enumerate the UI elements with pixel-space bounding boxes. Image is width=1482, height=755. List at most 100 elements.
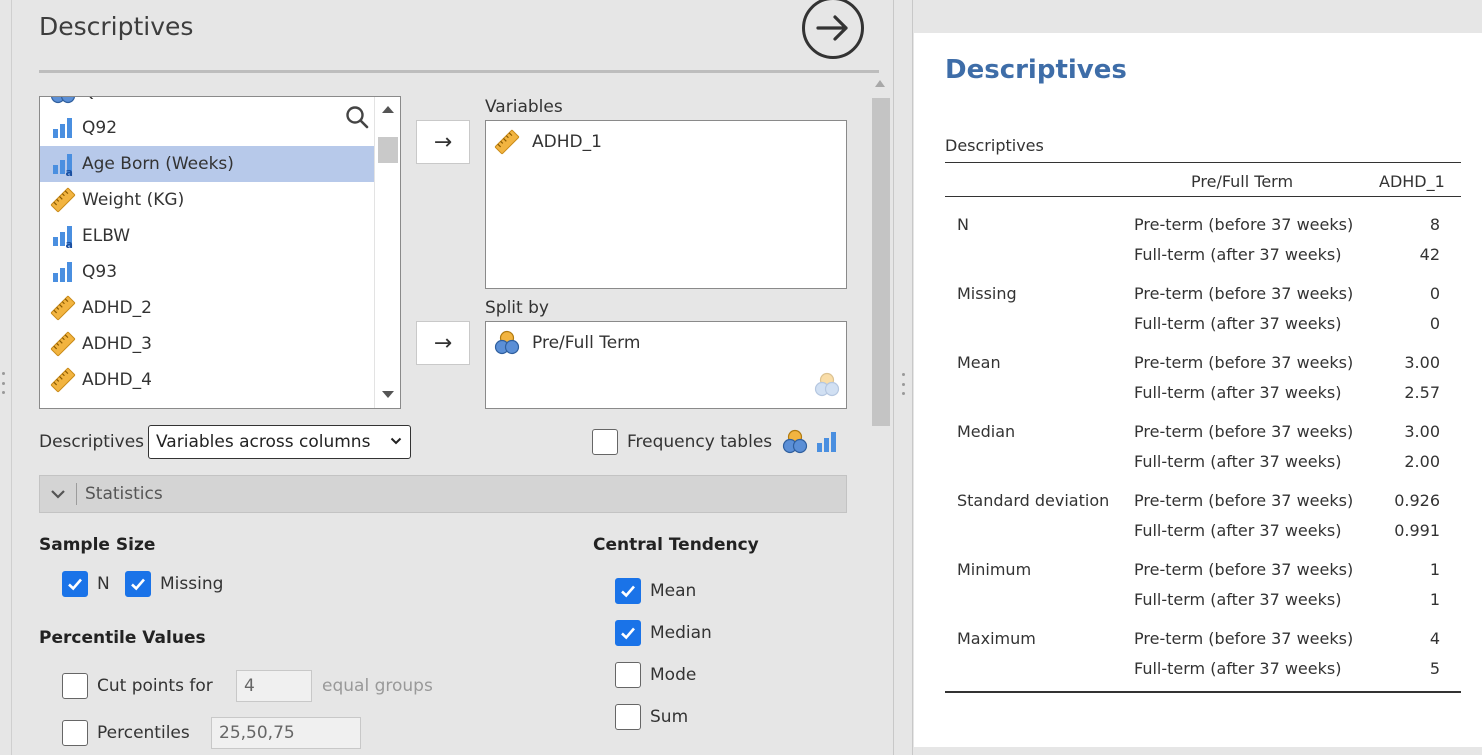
- table-value-cell: 2.57: [1404, 383, 1440, 402]
- n-checkbox[interactable]: [62, 571, 88, 597]
- frequency-tables-checkbox[interactable]: [592, 429, 618, 455]
- mean-option[interactable]: Mean: [615, 578, 696, 604]
- variable-list-item[interactable]: ADHD_2: [40, 290, 374, 326]
- variable-list-item[interactable]: Q93: [40, 254, 374, 290]
- missing-checkbox[interactable]: [125, 571, 151, 597]
- drag-grip-icon[interactable]: [902, 373, 906, 395]
- table-stat-label: N: [957, 215, 969, 234]
- table-group-cell: Pre-term (before 37 weeks): [1134, 491, 1354, 510]
- scroll-up-icon[interactable]: [875, 80, 885, 87]
- mean-label: Mean: [650, 581, 697, 601]
- descriptives-layout-label: Descriptives: [39, 432, 145, 452]
- ordinal-icon: [50, 115, 76, 141]
- table-top-rule: [945, 162, 1461, 163]
- n-option[interactable]: N: [62, 571, 110, 597]
- variable-list-item[interactable]: Q92: [40, 110, 374, 146]
- variable-list-item-label: ADHD_3: [82, 334, 152, 354]
- variable-list-item[interactable]: Weight (KG): [40, 182, 374, 218]
- continuous-icon: [50, 187, 76, 213]
- percentiles-checkbox[interactable]: [62, 720, 88, 746]
- descriptives-layout-select[interactable]: Variables across columns: [148, 425, 411, 459]
- percentiles-option[interactable]: Percentiles: [62, 720, 190, 746]
- move-to-variables-button[interactable]: →: [416, 120, 470, 164]
- variable-list-item-label: Weight (KG): [82, 190, 185, 210]
- table-value-cell: 42: [1419, 245, 1440, 264]
- search-icon[interactable]: [345, 105, 369, 129]
- variable-list[interactable]: Q95 Q92 a Age Born (Weeks) Weight (KG) a ELBW Q…: [39, 96, 401, 409]
- cut-points-input[interactable]: [236, 670, 312, 702]
- variable-list-item[interactable]: ADHD_4: [40, 362, 374, 398]
- percentiles-input[interactable]: [211, 717, 361, 749]
- continuous-icon: [50, 295, 76, 321]
- panel-title: Descriptives: [39, 12, 194, 41]
- variable-list-item[interactable]: ADHD_3: [40, 326, 374, 362]
- variable-list-item[interactable]: a Age Born (Weeks): [40, 146, 374, 182]
- missing-option[interactable]: Missing: [125, 571, 223, 597]
- ordinal-icon: [814, 429, 840, 455]
- variable-list-item-label: ADHD_2: [82, 298, 152, 318]
- results-panel: Descriptives Descriptives Pre/Full Term …: [914, 33, 1482, 747]
- table-group-cell: Full-term (after 37 weeks): [1134, 314, 1342, 333]
- table-group-cell: Full-term (after 37 weeks): [1134, 521, 1342, 540]
- table-stat-label: Missing: [957, 284, 1017, 303]
- table-stat-label: Minimum: [957, 560, 1032, 579]
- section-divider: [76, 483, 77, 505]
- svg-text:a: a: [66, 166, 73, 177]
- panel-resize-handle[interactable]: [893, 0, 913, 755]
- median-checkbox[interactable]: [615, 620, 641, 646]
- check-icon: [621, 627, 635, 640]
- arrow-right-icon: →: [433, 330, 453, 356]
- scroll-up-icon[interactable]: [382, 106, 394, 113]
- ordinal-text-icon: a: [50, 223, 76, 249]
- sum-checkbox[interactable]: [615, 704, 641, 730]
- table-group-cell: Full-term (after 37 weeks): [1134, 590, 1342, 609]
- table-value-cell: 3.00: [1404, 353, 1440, 372]
- variable-list-item-label: Q92: [82, 118, 118, 138]
- n-label: N: [97, 574, 110, 594]
- arrow-right-circle-icon: [816, 15, 848, 41]
- panel-scrollbar[interactable]: [870, 78, 892, 755]
- table-group-cell: Pre-term (before 37 weeks): [1134, 284, 1354, 303]
- table-group-cell: Pre-term (before 37 weeks): [1134, 629, 1354, 648]
- variable-list-scroll-thumb[interactable]: [378, 137, 398, 163]
- variable-list-scrollbar[interactable]: [374, 97, 400, 408]
- median-option[interactable]: Median: [615, 620, 712, 646]
- sum-option[interactable]: Sum: [615, 704, 688, 730]
- mode-option[interactable]: Mode: [615, 662, 696, 688]
- left-edge-handle[interactable]: [0, 0, 12, 755]
- continuous-icon: [494, 129, 520, 155]
- cut-points-option[interactable]: Cut points for: [62, 673, 213, 699]
- run-arrow-button[interactable]: [802, 0, 864, 59]
- split-by-item[interactable]: Pre/Full Term: [494, 330, 640, 356]
- column-header-variable: ADHD_1: [1379, 172, 1445, 191]
- table-group-cell: Full-term (after 37 weeks): [1134, 245, 1342, 264]
- table-group-cell: Full-term (after 37 weeks): [1134, 383, 1342, 402]
- scroll-down-icon[interactable]: [382, 391, 394, 398]
- split-by-item-label: Pre/Full Term: [532, 333, 641, 353]
- statistics-section-toggle[interactable]: Statistics: [39, 475, 847, 513]
- variable-list-item[interactable]: a ELBW: [40, 218, 374, 254]
- table-group-cell: Pre-term (before 37 weeks): [1134, 422, 1354, 441]
- table-value-cell: 5: [1429, 659, 1440, 678]
- table-value-cell: 3.00: [1404, 422, 1440, 441]
- mode-label: Mode: [650, 665, 697, 685]
- cut-points-checkbox[interactable]: [62, 673, 88, 699]
- mean-checkbox[interactable]: [615, 578, 641, 604]
- equal-groups-label: equal groups: [322, 676, 433, 696]
- missing-label: Missing: [160, 574, 224, 594]
- split-by-box[interactable]: Pre/Full Term: [485, 321, 847, 409]
- frequency-tables-option[interactable]: Frequency tables: [592, 429, 840, 455]
- variables-item[interactable]: ADHD_1: [494, 129, 602, 155]
- variables-box[interactable]: ADHD_1: [485, 120, 847, 289]
- table-stat-label: Maximum: [957, 629, 1036, 648]
- table-value-cell: 0.991: [1394, 521, 1440, 540]
- ordinal-text-icon: a: [50, 151, 76, 177]
- drag-grip-icon[interactable]: [2, 372, 6, 394]
- move-to-split-by-button[interactable]: →: [416, 321, 470, 365]
- nominal-icon: [494, 330, 520, 356]
- mode-checkbox[interactable]: [615, 662, 641, 688]
- table-header-rule: [945, 196, 1461, 197]
- continuous-icon: [50, 331, 76, 357]
- panel-scroll-thumb[interactable]: [872, 98, 890, 426]
- variable-list-item[interactable]: Q95: [40, 97, 374, 110]
